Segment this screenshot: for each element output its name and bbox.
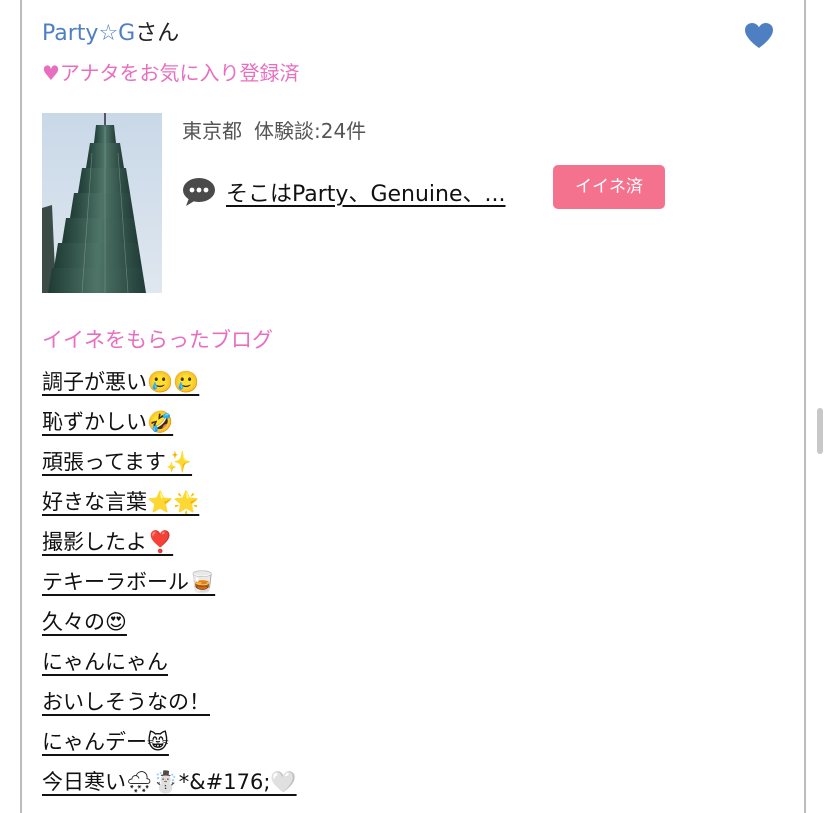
list-item: 頑張ってます✨	[42, 444, 297, 484]
user-name-link[interactable]: Party☆G	[42, 21, 135, 46]
blog-link[interactable]: にゃんにゃん	[42, 650, 168, 674]
list-item: 好きな言葉⭐🌟	[42, 484, 297, 524]
blog-link[interactable]: 撮影したよ❣️	[42, 530, 173, 554]
comment-link[interactable]: そこはParty、Genuine、...	[226, 176, 506, 208]
list-item: 今日寒い🌨☃️*&#176;🤍	[42, 764, 297, 804]
blog-link[interactable]: 調子が悪い🥲🥲	[42, 370, 199, 394]
list-item: にゃんデー😸	[42, 724, 297, 764]
liked-blogs-list: 調子が悪い🥲🥲 恥ずかしい🤣 頑張ってます✨ 好きな言葉⭐🌟 撮影したよ❣️ テ…	[42, 364, 297, 804]
blog-link[interactable]: 好きな言葉⭐🌟	[42, 490, 199, 514]
profile-photo[interactable]	[42, 113, 162, 293]
iine-button[interactable]: イイネ済	[553, 165, 665, 209]
honorific: さん	[135, 21, 180, 46]
liked-blogs-title: イイネをもらったブログ	[42, 328, 273, 352]
favorite-heart-icon[interactable]	[744, 22, 774, 50]
blog-link[interactable]: 頑張ってます✨	[42, 450, 192, 474]
list-item: 恥ずかしい🤣	[42, 404, 297, 444]
latest-comment[interactable]: そこはParty、Genuine、...	[182, 174, 506, 210]
list-item: にゃんにゃん	[42, 644, 297, 684]
profile-meta: 東京都 体験談:24件	[182, 115, 366, 147]
location: 東京都	[182, 119, 242, 143]
favorite-status: ♥アナタをお気に入り登録済	[42, 61, 300, 85]
list-item: おいしそうなの！	[42, 684, 297, 724]
list-item: 調子が悪い🥲🥲	[42, 364, 297, 404]
blog-link[interactable]: テキーラボール🥃	[42, 570, 215, 594]
blog-link[interactable]: 恥ずかしい🤣	[42, 410, 173, 434]
blog-link[interactable]: 今日寒い🌨☃️*&#176;🤍	[42, 770, 297, 794]
speech-bubble-icon	[183, 178, 215, 206]
scrollbar[interactable]	[817, 408, 823, 454]
list-item: 撮影したよ❣️	[42, 524, 297, 564]
list-item: テキーラボール🥃	[42, 564, 297, 604]
list-item: 久々の😍	[42, 604, 297, 644]
blog-link[interactable]: おいしそうなの！	[42, 690, 210, 714]
user-name[interactable]: Party☆Gさん	[42, 18, 179, 50]
review-count: 体験談:24件	[254, 119, 367, 143]
blog-link[interactable]: にゃんデー😸	[42, 730, 169, 754]
blog-link[interactable]: 久々の😍	[42, 610, 127, 634]
